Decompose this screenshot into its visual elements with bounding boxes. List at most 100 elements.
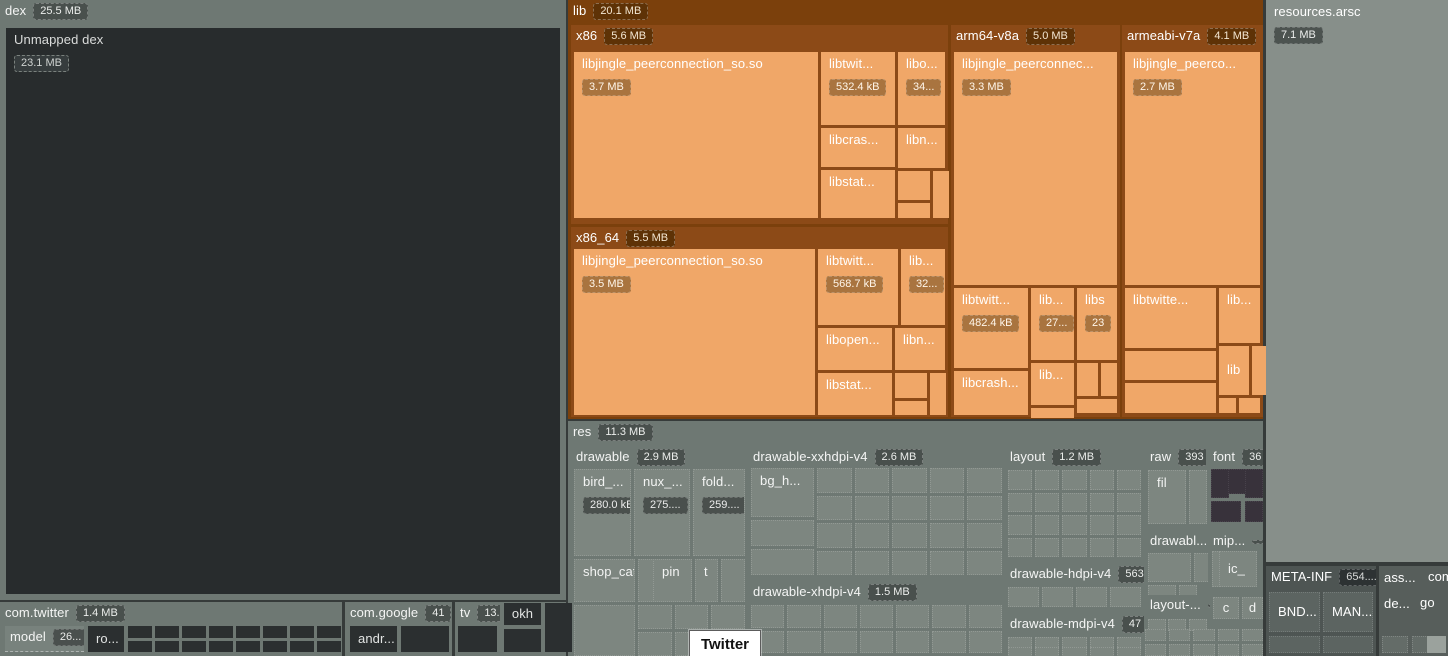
tile-andr[interactable]: andr... bbox=[350, 626, 397, 652]
tile-libstat-x8664[interactable]: libstat... bbox=[818, 373, 892, 415]
tile-unlabeled[interactable] bbox=[290, 641, 314, 653]
tile-unlabeled[interactable] bbox=[855, 496, 890, 521]
tile-unlabeled[interactable] bbox=[932, 631, 965, 654]
tile-unlabeled[interactable] bbox=[1218, 629, 1239, 641]
tile-unlabeled[interactable] bbox=[263, 641, 287, 653]
tile-c[interactable]: c bbox=[1213, 597, 1239, 619]
tile-unlabeled[interactable] bbox=[892, 468, 927, 493]
tile-unlabeled[interactable] bbox=[1117, 538, 1141, 558]
tile-unlabeled[interactable] bbox=[817, 496, 852, 521]
tile-unlabeled[interactable] bbox=[1008, 470, 1032, 490]
tile-unlabeled[interactable] bbox=[675, 605, 709, 629]
tile-unlabeled[interactable] bbox=[574, 605, 635, 656]
tile-unlabeled[interactable] bbox=[1035, 470, 1059, 490]
tile-unlabeled[interactable] bbox=[898, 171, 930, 200]
tile-lib-arm64[interactable]: lib...27... bbox=[1031, 288, 1074, 360]
tile-libcras-x86[interactable]: libcras... bbox=[821, 128, 895, 167]
tile-ic[interactable]: ic_ bbox=[1219, 551, 1257, 587]
tile-unlabeled[interactable] bbox=[824, 605, 857, 628]
tile-unlabeled[interactable] bbox=[855, 523, 890, 548]
tile-unlabeled[interactable] bbox=[1117, 515, 1141, 535]
tile-font-file[interactable] bbox=[1245, 469, 1263, 498]
tile-unlabeled[interactable] bbox=[1193, 644, 1214, 656]
tile-unlabeled[interactable] bbox=[1101, 363, 1117, 396]
tile-unlabeled[interactable] bbox=[930, 468, 965, 493]
tile-unlabeled[interactable] bbox=[817, 551, 852, 576]
tile-unlabeled[interactable] bbox=[182, 641, 206, 653]
tile-unlabeled[interactable] bbox=[1117, 493, 1141, 513]
tile-unlabeled[interactable] bbox=[896, 631, 929, 654]
tile-unlabeled[interactable] bbox=[969, 631, 1002, 654]
tile-unlabeled[interactable] bbox=[1145, 629, 1166, 641]
tile-unlabeled[interactable] bbox=[1062, 647, 1086, 656]
tile-unlabeled[interactable] bbox=[967, 523, 1002, 548]
tile-unlabeled[interactable] bbox=[638, 632, 672, 656]
tile-unlabeled[interactable] bbox=[1090, 647, 1114, 656]
tile-lib2-armeabi[interactable]: lib bbox=[1219, 346, 1249, 395]
tile-unlabeled[interactable] bbox=[1145, 644, 1166, 656]
tile-unlabeled[interactable] bbox=[824, 631, 857, 654]
tile-unlabeled[interactable] bbox=[1193, 629, 1214, 641]
tile-unmapped-dex[interactable]: Unmapped dex23.1 MB bbox=[6, 28, 560, 594]
tile-unlabeled[interactable] bbox=[751, 605, 784, 628]
tile-unlabeled[interactable] bbox=[1117, 647, 1141, 656]
tile-unlabeled[interactable] bbox=[556, 603, 572, 652]
tile-unlabeled[interactable] bbox=[751, 549, 814, 575]
tile-libn-x86[interactable]: libn... bbox=[898, 128, 945, 168]
tile-unlabeled[interactable] bbox=[1090, 538, 1114, 558]
tile-unlabeled[interactable] bbox=[896, 605, 929, 628]
tile-unlabeled[interactable] bbox=[1242, 644, 1263, 656]
tile-unlabeled[interactable] bbox=[1427, 636, 1446, 653]
tile-unlabeled[interactable] bbox=[128, 626, 152, 638]
tile-unlabeled[interactable] bbox=[892, 523, 927, 548]
tile-unlabeled[interactable] bbox=[1323, 636, 1374, 653]
tile-unlabeled[interactable] bbox=[967, 468, 1002, 493]
tile-unlabeled[interactable] bbox=[1242, 629, 1263, 641]
tile-unlabeled[interactable] bbox=[1125, 351, 1216, 380]
tile-unlabeled[interactable] bbox=[1218, 644, 1239, 656]
tile-unlabeled[interactable] bbox=[860, 631, 893, 654]
tile-unlabeled[interactable] bbox=[1031, 408, 1074, 418]
tile-unlabeled[interactable] bbox=[236, 641, 260, 653]
tile-ro[interactable]: ro... bbox=[88, 626, 124, 652]
tile-unlabeled[interactable] bbox=[967, 496, 1002, 521]
tile-unlabeled[interactable] bbox=[892, 496, 927, 521]
tile-unlabeled[interactable] bbox=[895, 373, 927, 398]
tile-libo-x86[interactable]: libo...34... bbox=[898, 52, 945, 125]
tile-unlabeled[interactable] bbox=[855, 551, 890, 576]
tile-fold[interactable]: fold...259.... bbox=[693, 469, 745, 556]
tile-unlabeled[interactable] bbox=[932, 605, 965, 628]
tile-unlabeled[interactable] bbox=[1062, 470, 1086, 490]
tile-unlabeled[interactable] bbox=[458, 634, 497, 652]
tile-bg-h[interactable]: bg_h... bbox=[751, 468, 814, 517]
tile-libjingle-x86[interactable]: libjingle_peerconnection_so.so3.7 MB bbox=[574, 52, 818, 218]
tile-unlabeled[interactable] bbox=[933, 171, 949, 218]
tile-unlabeled[interactable] bbox=[1042, 587, 1073, 607]
tile-unlabeled[interactable] bbox=[1077, 399, 1117, 413]
tile-unlabeled[interactable] bbox=[182, 626, 206, 638]
tile-unlabeled[interactable] bbox=[1008, 493, 1032, 513]
tile-unlabeled[interactable] bbox=[898, 203, 930, 218]
tile-unlabeled[interactable] bbox=[638, 605, 672, 629]
tile-libtwitt-arm64[interactable]: libtwitt...482.4 kB bbox=[954, 288, 1028, 368]
tile-unlabeled[interactable] bbox=[1035, 647, 1059, 656]
tile-unlabeled[interactable] bbox=[1239, 398, 1260, 413]
section-model[interactable]: model26... bbox=[5, 626, 84, 652]
tile-unlabeled[interactable] bbox=[128, 641, 152, 653]
tile-libjingle-armeabi[interactable]: libjingle_peerco...2.7 MB bbox=[1125, 52, 1260, 285]
tile-unlabeled[interactable] bbox=[504, 629, 541, 652]
tile-unlabeled[interactable] bbox=[817, 468, 852, 493]
tile-unlabeled[interactable] bbox=[1062, 515, 1086, 535]
tile-unlabeled[interactable] bbox=[155, 641, 179, 653]
tile-bird[interactable]: bird_...280.0 kB bbox=[574, 469, 631, 556]
tile-resources-arsc[interactable]: resources.arsc7.1 MB bbox=[1266, 0, 1448, 562]
tile-unlabeled[interactable] bbox=[1035, 538, 1059, 558]
tile-unlabeled[interactable] bbox=[817, 523, 852, 548]
tile-unlabeled[interactable] bbox=[855, 468, 890, 493]
tile-unlabeled[interactable] bbox=[787, 631, 820, 654]
tile-lib2-arm64[interactable]: lib... bbox=[1031, 363, 1074, 405]
tile-d[interactable]: d bbox=[1242, 597, 1263, 619]
tile-unlabeled[interactable] bbox=[1110, 587, 1141, 607]
tile-pin[interactable]: pin bbox=[653, 559, 692, 602]
tile-unlabeled[interactable] bbox=[1219, 398, 1236, 413]
